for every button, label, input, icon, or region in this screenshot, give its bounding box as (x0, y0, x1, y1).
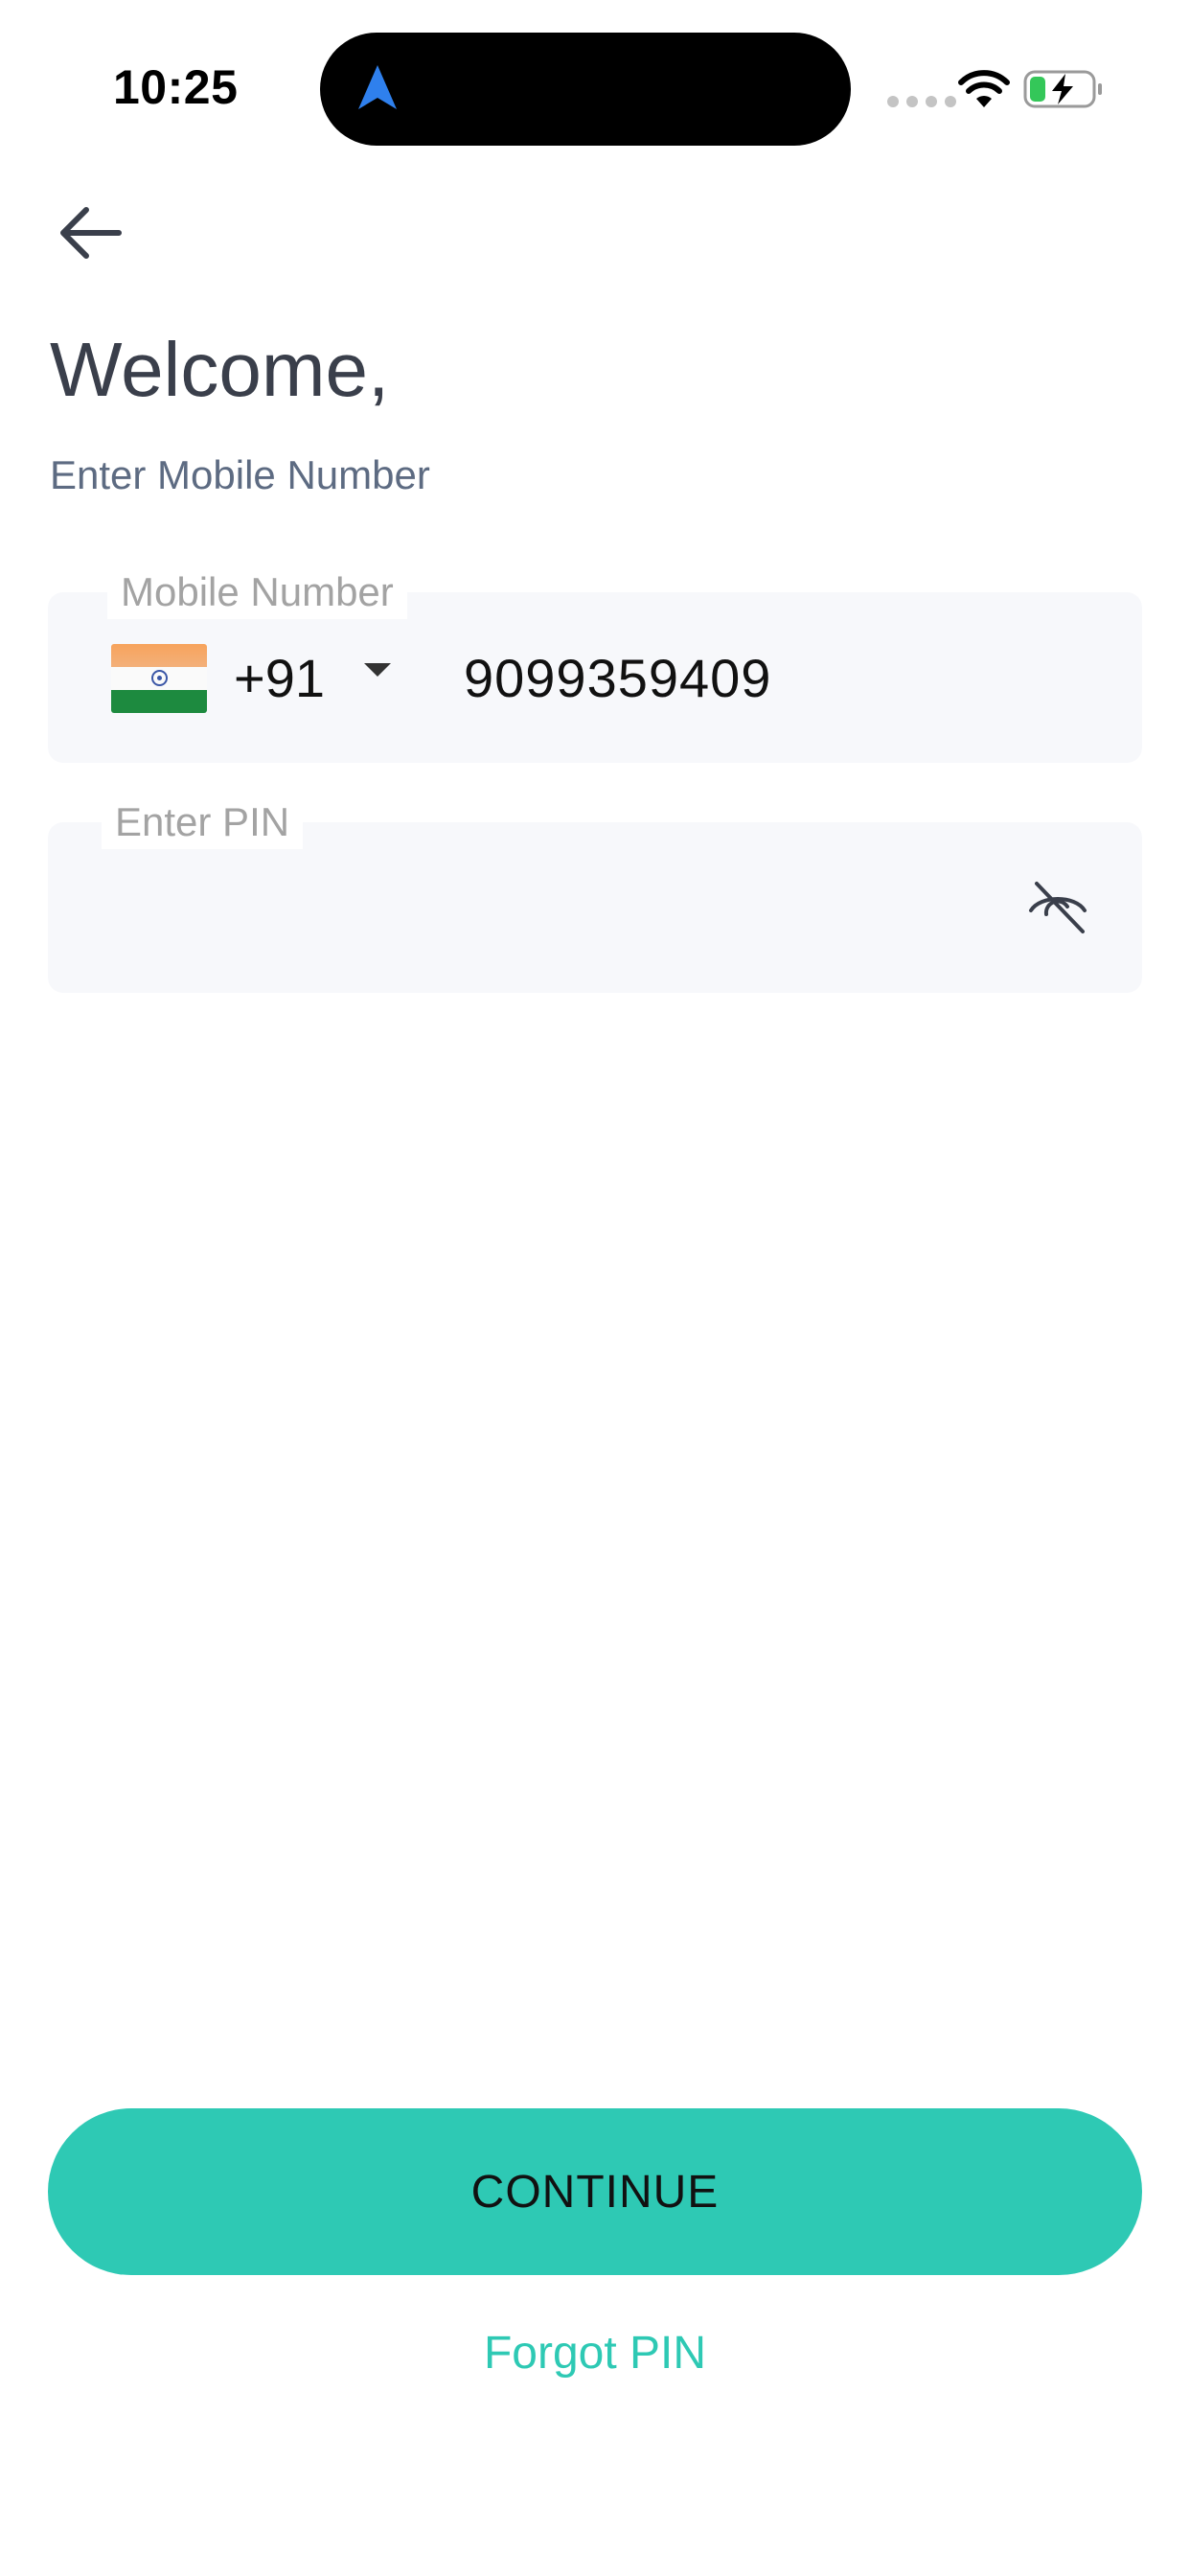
wifi-icon (958, 70, 1010, 107)
india-flag-icon[interactable] (111, 644, 207, 713)
page-subtitle: Enter Mobile Number (50, 452, 430, 497)
back-button[interactable] (50, 192, 132, 274)
mobile-number-input[interactable]: 9099359409 (464, 648, 771, 709)
login-screen: 10:25 Welcome, Enter Mobile Number Mobil… (0, 0, 1190, 2576)
dynamic-island (320, 33, 851, 146)
pin-label: Enter PIN (102, 795, 304, 849)
eye-off-icon[interactable] (1023, 872, 1092, 941)
pin-field[interactable]: Enter PIN (48, 795, 1142, 993)
battery-charging-icon (1023, 70, 1102, 108)
country-code[interactable]: +91 (234, 648, 325, 709)
caret-down-icon[interactable] (364, 663, 391, 677)
mobile-number-field[interactable]: Mobile Number +91 9099359409 (48, 565, 1142, 763)
continue-button[interactable]: CONTINUE (48, 2108, 1142, 2275)
page-title: Welcome, (50, 327, 390, 412)
arrow-left-icon (60, 207, 122, 259)
status-time: 10:25 (113, 60, 239, 114)
location-arrow-icon (358, 65, 397, 109)
mobile-number-label: Mobile Number (107, 565, 407, 619)
cellular-signal-icon (887, 96, 956, 107)
forgot-pin-link[interactable]: Forgot PIN (0, 2327, 1190, 2380)
